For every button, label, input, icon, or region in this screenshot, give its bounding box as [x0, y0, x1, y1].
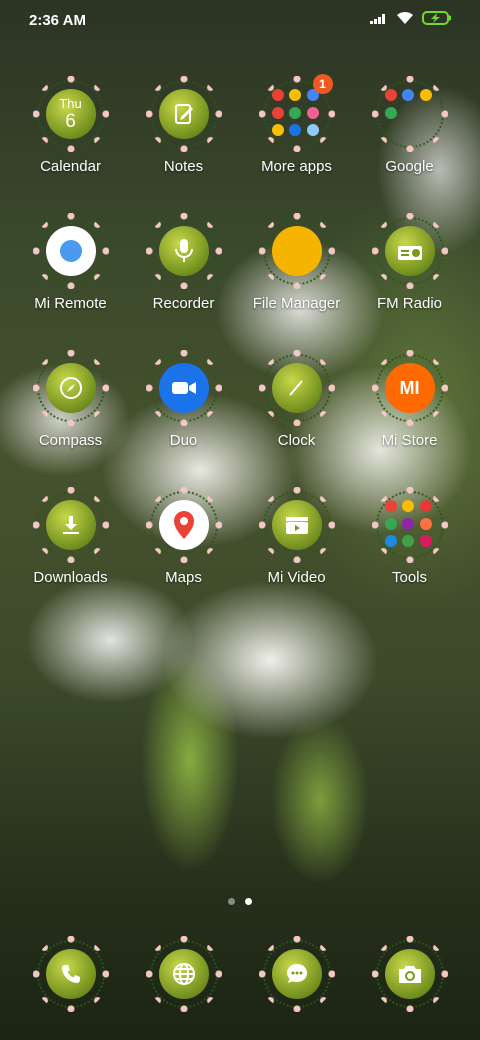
page-dot[interactable]	[228, 898, 235, 905]
app-label: Notes	[163, 158, 204, 175]
clapperboard-icon	[258, 487, 335, 563]
notification-badge: 1	[312, 74, 333, 94]
status-bar: 2:36 AM	[0, 0, 480, 42]
dock	[14, 936, 466, 1012]
app-mi-video[interactable]: Mi Video	[240, 487, 353, 628]
app-label: Calendar	[40, 158, 101, 175]
folder-google[interactable]: Google	[353, 76, 466, 217]
app-label: Duo	[169, 432, 198, 449]
phone-icon	[32, 936, 109, 1012]
radio-icon	[371, 213, 448, 289]
app-label: More apps	[261, 158, 332, 175]
microphone-icon	[145, 213, 222, 289]
status-time: 2:36 AM	[29, 12, 86, 29]
folder-tools[interactable]: Tools	[353, 487, 466, 628]
app-compass[interactable]: Compass	[14, 350, 127, 491]
app-label: Tools	[391, 569, 428, 586]
folder-more-apps[interactable]: 1 More apps	[240, 74, 353, 217]
app-duo[interactable]: Duo	[127, 350, 240, 491]
app-label: Maps	[165, 569, 202, 586]
app-label: Mi Remote	[34, 295, 107, 312]
app-clock[interactable]: Clock	[240, 350, 353, 491]
remote-icon	[32, 213, 109, 289]
clock-icon	[258, 350, 335, 426]
file-manager-icon	[258, 213, 335, 289]
battery-charging-icon	[422, 11, 451, 25]
app-calendar[interactable]: Thu 6 Calendar	[14, 76, 127, 217]
app-label: Clock	[277, 432, 316, 449]
app-fm-radio[interactable]: FM Radio	[353, 213, 466, 354]
mi-store-icon: MI	[371, 350, 448, 426]
notes-icon	[145, 76, 222, 152]
mi-logo: MI	[399, 377, 420, 398]
globe-icon	[145, 936, 222, 1012]
app-label: FM Radio	[376, 295, 443, 312]
app-maps[interactable]: Maps	[127, 487, 240, 628]
folder-icon	[371, 487, 448, 563]
app-mi-store[interactable]: MI Mi Store	[353, 350, 466, 491]
app-grid: Thu 6 Calendar Notes 1 More apps Google …	[14, 74, 466, 628]
page-indicator	[0, 898, 480, 905]
camera-icon	[371, 936, 448, 1012]
compass-icon	[32, 350, 109, 426]
calendar-day: Thu	[59, 96, 82, 111]
folder-icon	[371, 76, 448, 152]
app-label: Google	[385, 158, 434, 175]
maps-icon	[145, 487, 222, 563]
app-label: Mi Store	[381, 432, 438, 449]
app-label: File Manager	[252, 295, 341, 312]
app-downloads[interactable]: Downloads	[14, 487, 127, 628]
app-label: Downloads	[33, 569, 108, 586]
message-icon	[258, 936, 335, 1012]
status-icons	[370, 11, 452, 25]
folder-icon: 1	[258, 74, 335, 152]
calendar-date: 6	[65, 111, 76, 132]
dock-camera[interactable]	[353, 936, 466, 1012]
dock-phone[interactable]	[14, 936, 127, 1012]
app-label: Mi Video	[267, 569, 326, 586]
wifi-icon	[397, 11, 413, 24]
signal-icon	[370, 14, 385, 24]
app-notes[interactable]: Notes	[127, 76, 240, 217]
page-dot-active[interactable]	[245, 898, 252, 905]
app-label: Compass	[38, 432, 103, 449]
dock-messages[interactable]	[240, 936, 353, 1012]
dock-browser[interactable]	[127, 936, 240, 1012]
download-icon	[32, 487, 109, 563]
app-mi-remote[interactable]: Mi Remote	[14, 213, 127, 354]
app-label: Recorder	[152, 295, 215, 312]
app-recorder[interactable]: Recorder	[127, 213, 240, 354]
video-call-icon	[145, 350, 222, 426]
app-file-manager[interactable]: File Manager	[240, 213, 353, 354]
calendar-icon: Thu 6	[32, 76, 109, 152]
